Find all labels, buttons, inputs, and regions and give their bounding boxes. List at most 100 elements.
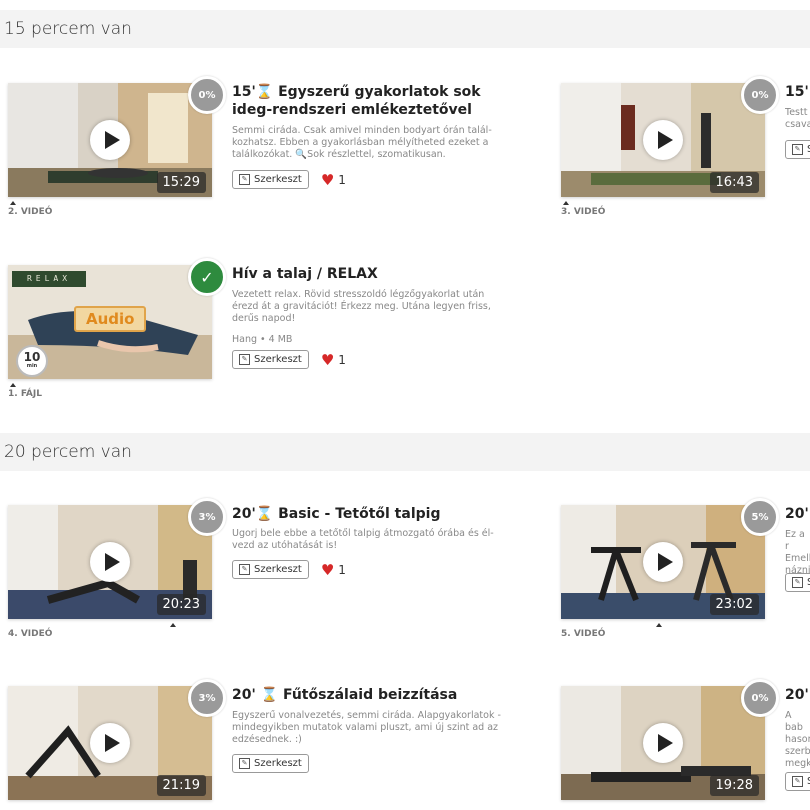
video-description: Ez a r Emell názni [785,529,810,576]
video-thumbnail[interactable]: 23:02 [561,505,765,619]
video-thumbnail[interactable]: 20:23 [8,505,212,619]
edit-button[interactable]: ✎ S [785,772,810,791]
section-title: 15 percem van [4,19,132,39]
video-card: 19:28 0% 20'⌛ A bab hason szerb megk ✎ S [561,679,810,810]
edit-button[interactable]: ✎ Szerkeszt [232,170,309,189]
hourglass-icon: ⌛ [255,506,274,522]
card-actions: ✎ S [785,573,810,592]
edit-label: Szerkeszt [254,758,302,769]
progress-marker [563,201,569,205]
timer-unit: min [26,363,38,369]
play-icon[interactable] [90,120,130,160]
duration: 20:23 [156,594,206,615]
progress-badge: 0% [188,76,226,114]
item-label: 1. FÁJL [8,389,42,399]
progress-badge: 0% [741,76,779,114]
edit-icon: ✎ [239,564,250,575]
video-thumbnail[interactable]: 19:28 [561,686,765,800]
edit-button[interactable]: ✎ Szerkeszt [232,754,309,773]
title-text: Fűtőszálaid beizzítása [282,687,458,703]
edit-button[interactable]: ✎ S [785,140,810,159]
timer-value: 10 [23,350,41,364]
video-title[interactable]: 15'⌛ [785,83,810,101]
progress-marker [170,623,176,627]
edit-icon: ✎ [792,144,803,155]
duration: 19:28 [709,775,759,796]
title-prefix: 20' [785,506,809,522]
audio-thumbnail[interactable]: RELAX Audio 10 min [8,265,212,379]
duration: 15:29 [156,172,206,193]
like-button[interactable]: ♥ 1 [321,172,346,187]
edit-label: Szerkeszt [254,354,302,365]
audio-card: RELAX Audio 10 min ✓ 1. FÁJL Hív a talaj… [8,258,528,405]
like-count: 1 [338,562,346,577]
section-title: 20 percem van [4,442,132,462]
title-prefix: 15' [232,84,256,100]
file-meta: Hang • 4 MB [232,334,293,345]
edit-label: Szerkeszt [254,564,302,575]
title-prefix: 15' [785,84,809,100]
edit-button[interactable]: ✎ Szerkeszt [232,560,309,579]
video-card: 15:29 0% 2. VIDEÓ 15'⌛ Egyszerű gyakorla… [8,76,528,223]
title-prefix: 20' [232,687,256,703]
video-card: 20:23 3% 4. VIDEÓ 20'⌛ Basic - Tetőtől t… [8,498,528,645]
progress-marker [10,383,16,387]
heart-icon: ♥ [320,350,335,369]
audio-title[interactable]: Hív a talaj / RELAX [232,265,522,283]
edit-button[interactable]: ✎ Szerkeszt [232,350,309,369]
item-label: 5. VIDEÓ [561,629,606,639]
card-actions: ✎ Szerkeszt [232,754,309,773]
edit-icon: ✎ [792,776,803,787]
video-card: 23:02 5% 5. VIDEÓ 20' Ez a r Emell názni… [561,498,810,645]
card-actions: ✎ Szerkeszt ♥ 1 [232,170,346,189]
hourglass-icon: ⌛ [255,84,274,100]
hourglass-icon: ⌛ [255,687,279,703]
like-button[interactable]: ♥ 1 [320,560,346,579]
play-icon[interactable] [643,723,683,763]
play-icon[interactable] [643,542,683,582]
check-icon: ✓ [188,258,226,296]
edit-icon: ✎ [239,174,250,185]
video-title[interactable]: 20' [785,505,810,523]
progress-badge: 0% [741,679,779,717]
video-title[interactable]: 20' ⌛ Fűtőszálaid beizzítása [232,686,522,704]
title-prefix: 20' [232,506,256,522]
card-actions: ✎ S [785,140,810,159]
heart-icon: ♥ [320,560,335,579]
like-count: 1 [338,352,346,367]
card-actions: ✎ Szerkeszt ♥ 1 [232,350,346,369]
video-description: Testt csava [785,107,810,130]
edit-icon: ✎ [239,758,250,769]
like-button[interactable]: ♥ 1 [320,350,346,369]
video-title[interactable]: 20'⌛ Basic - Tetőtől talpig [232,505,522,523]
play-icon[interactable] [90,723,130,763]
video-description: A bab hason szerb megk [785,710,810,769]
section-header-15: 15 percem van [0,10,810,48]
edit-icon: ✎ [239,354,250,365]
video-title[interactable]: 20'⌛ [785,686,810,704]
video-description: Ugorj bele ebbe a tetőtől talpig átmozga… [232,528,494,551]
progress-marker [656,623,662,627]
section-header-20: 20 percem van [0,433,810,471]
video-thumbnail[interactable]: 15:29 [8,83,212,197]
progress-badge: 3% [188,679,226,717]
progress-badge: 5% [741,498,779,536]
audio-description: Vezetett relax. Rövid stresszoldó légzőg… [232,289,491,324]
title-prefix: 20' [785,687,809,703]
duration: 23:02 [709,594,759,615]
video-thumbnail[interactable]: 16:43 [561,83,765,197]
card-actions: ✎ S [785,772,810,791]
edit-button[interactable]: ✎ S [785,573,810,592]
relax-tag: RELAX [12,271,86,287]
title-text: Basic - Tetőtől talpig [278,506,441,522]
play-icon[interactable] [90,542,130,582]
video-description: Semmi ciráda. Csak amivel minden bodyart… [232,125,492,160]
video-description: Egyszerű vonalvezetés, semmi ciráda. Ala… [232,710,501,745]
play-icon[interactable] [643,120,683,160]
item-label: 4. VIDEÓ [8,629,53,639]
video-card: 16:43 0% 3. VIDEÓ 15'⌛ Testt csava ✎ S [561,76,810,223]
video-thumbnail[interactable]: 21:19 [8,686,212,800]
edit-label: Szerkeszt [254,174,302,185]
video-title[interactable]: 15'⌛ Egyszerű gyakorlatok sok ideg-rends… [232,83,522,119]
duration: 21:19 [156,775,206,796]
